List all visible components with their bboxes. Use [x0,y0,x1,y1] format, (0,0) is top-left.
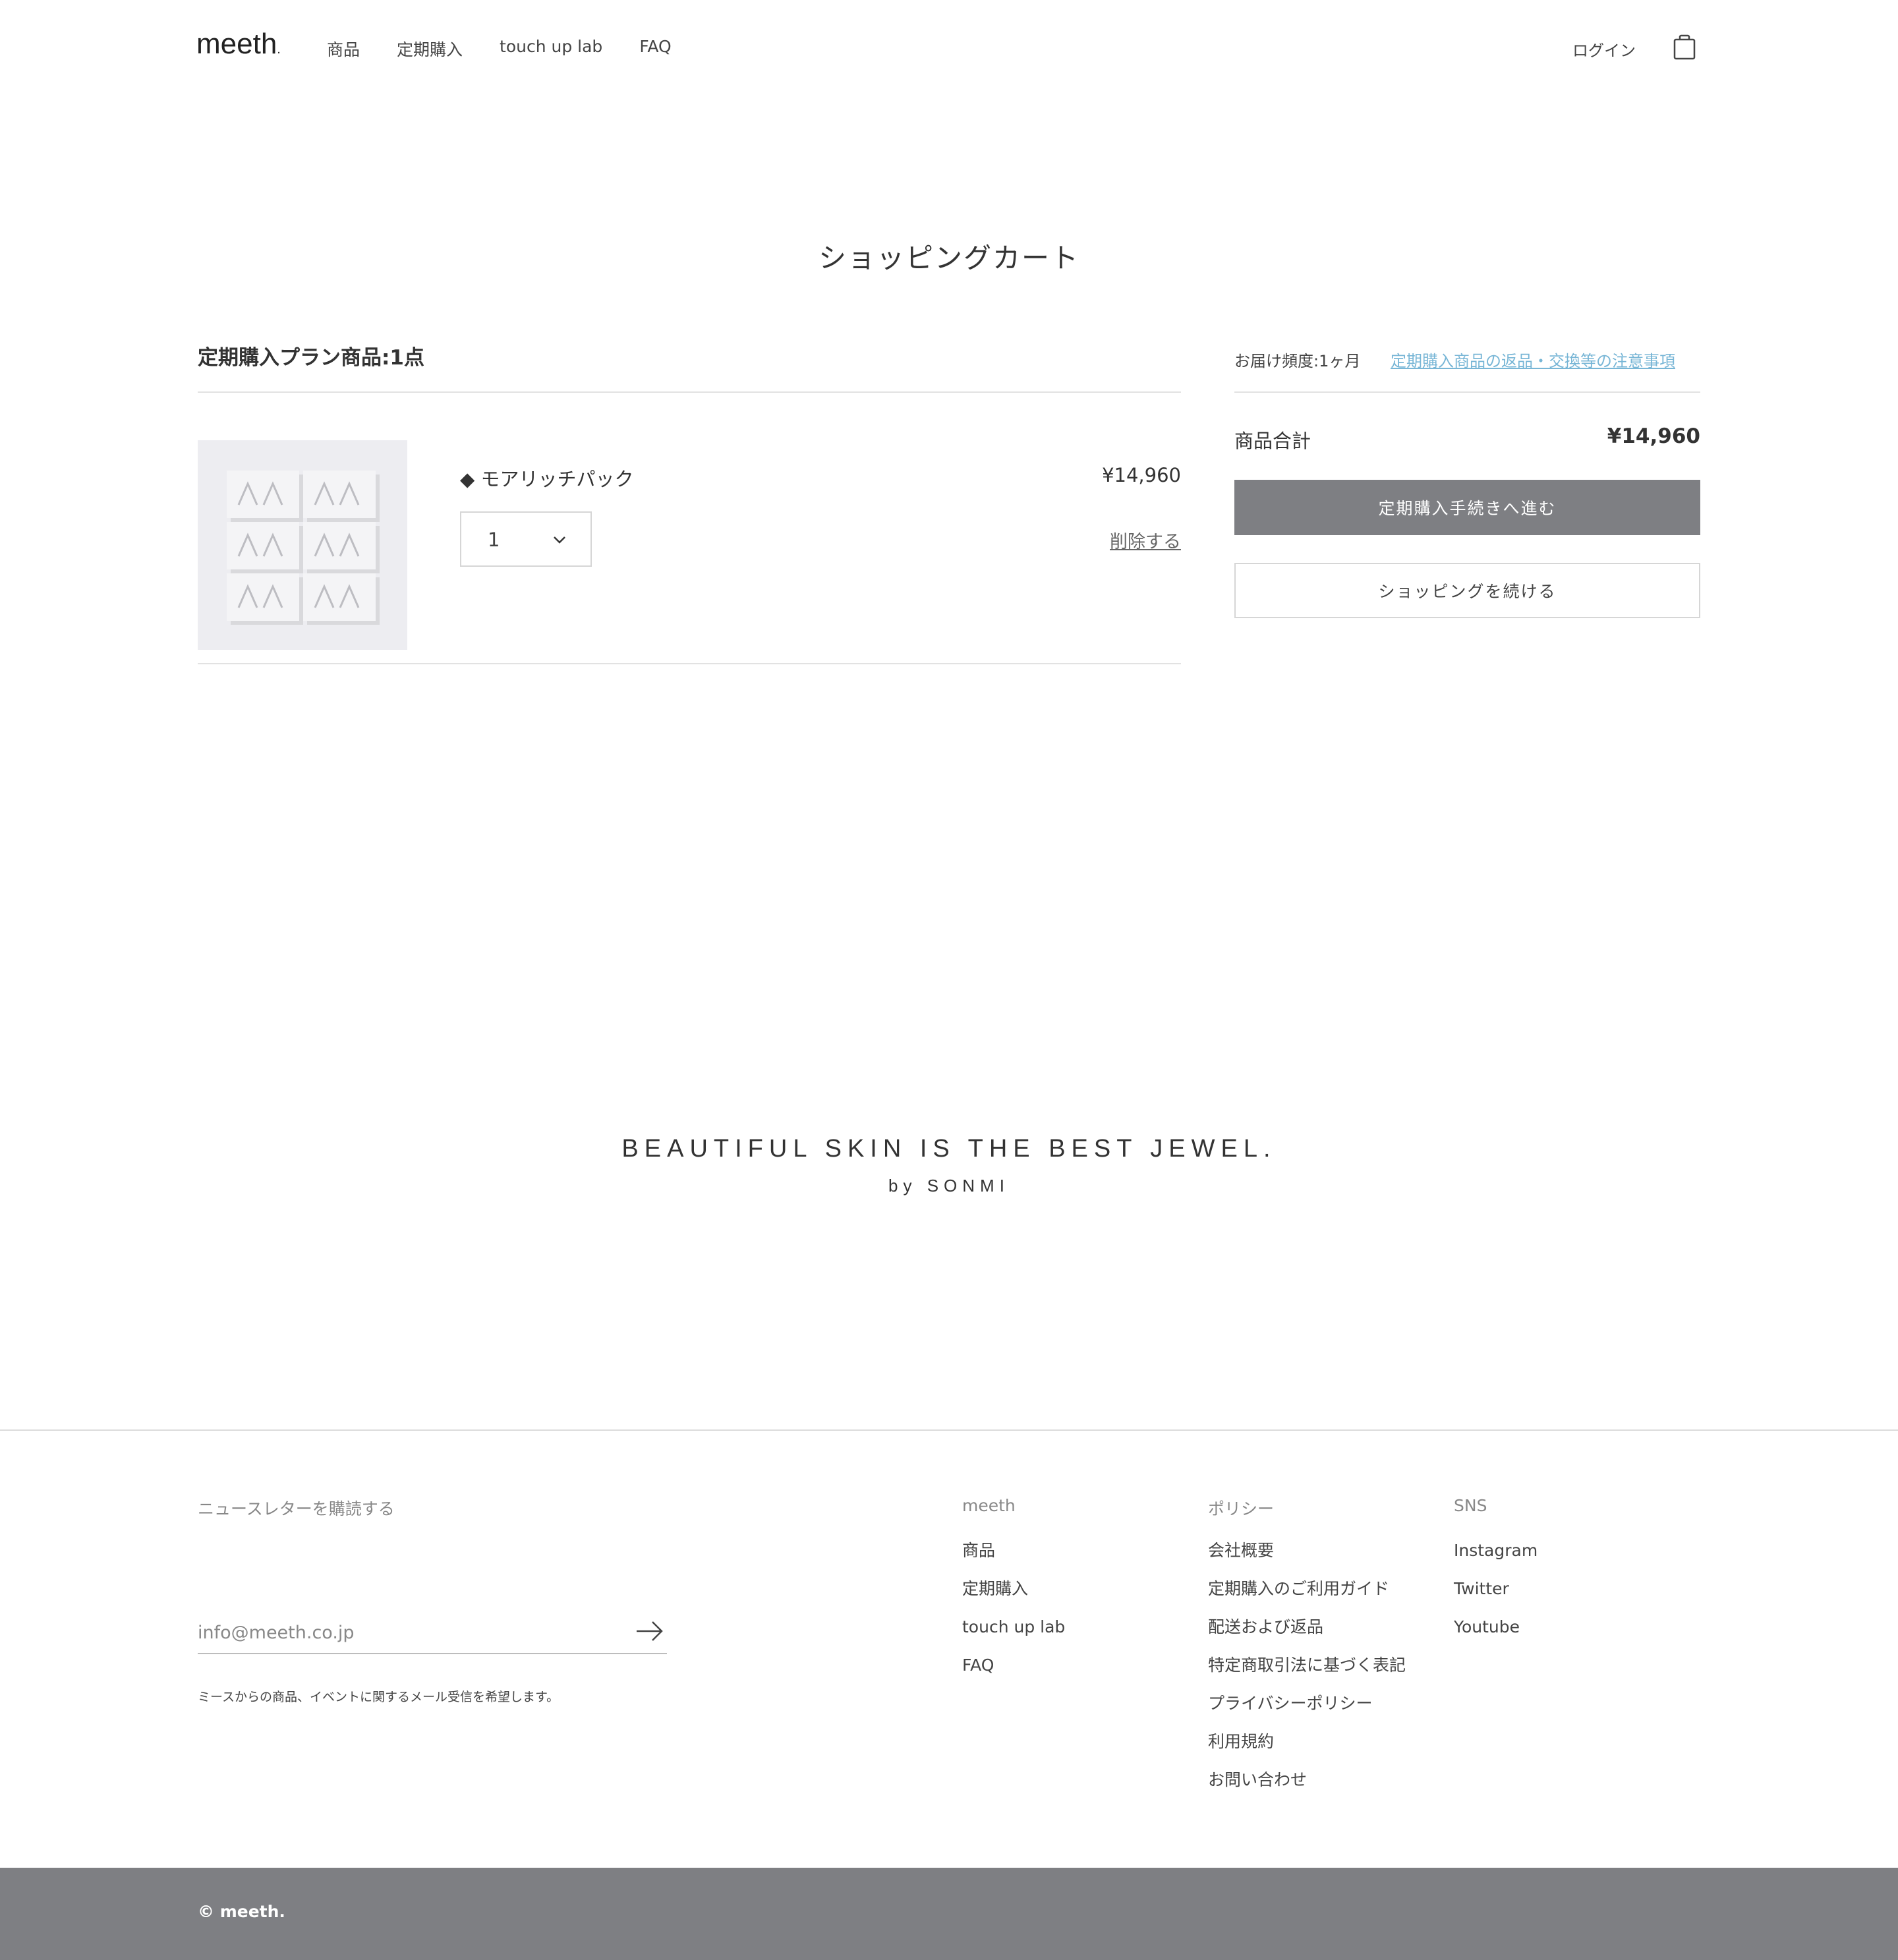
plan-heading: 定期購入プラン商品:1点 [198,346,424,370]
footer-link-instagram[interactable]: Instagram [1454,1541,1538,1579]
product-price: ¥14,960 [1102,464,1181,486]
delete-item-link[interactable]: 削除する [1041,527,1181,553]
footer-column-policy: ポリシー 会社概要 定期購入のご利用ガイド 配送および返品 特定商取引法に基づく… [1208,1496,1406,1808]
chevron-down-icon [552,533,567,547]
footer-column-meeth: meeth 商品 定期購入 touch up lab FAQ [962,1496,1065,1694]
divider [1234,391,1700,393]
shopping-bag-icon[interactable] [1671,33,1698,61]
checkout-button[interactable]: 定期購入手続きへ進む [1234,480,1700,535]
footer-divider [0,1429,1898,1431]
nav-item-products[interactable]: 商品 [327,37,360,61]
login-link[interactable]: ログイン [1572,38,1636,61]
arrow-right-icon[interactable] [634,1616,664,1646]
site-logo[interactable]: meeth. [196,28,281,61]
nav-item-subscription[interactable]: 定期購入 [397,37,463,61]
footer-link-touch-up-lab[interactable]: touch up lab [962,1617,1065,1656]
tagline-author: by SONMI [888,1176,1010,1196]
footer-column-title: ポリシー [1208,1499,1275,1518]
footer-link-shipping-returns[interactable]: 配送および返品 [1208,1617,1406,1656]
footer-link-subscription-guide[interactable]: 定期購入のご利用ガイド [1208,1579,1406,1617]
product-name[interactable]: ◆ モアリッチパック [460,464,634,492]
quantity-value: 1 [488,529,500,551]
footer-link-legal-notice[interactable]: 特定商取引法に基づく表記 [1208,1656,1406,1694]
footer-link-privacy[interactable]: プライバシーポリシー [1208,1694,1406,1732]
delivery-frequency: お届け頻度:1ヶ月 [1234,352,1361,370]
subtotal-label: 商品合計 [1234,430,1311,452]
nav-item-faq[interactable]: FAQ [639,37,671,61]
page-title: ショッピングカート [818,242,1079,274]
newsletter-email-input[interactable] [198,1612,667,1654]
nav-item-touch-up-lab[interactable]: touch up lab [500,37,602,61]
footer-link-faq[interactable]: FAQ [962,1656,1065,1694]
brand-tagline: BEAUTIFUL SKIN IS THE BEST JEWEL. [621,1135,1277,1163]
quantity-select[interactable]: 1 [460,511,592,567]
copyright: © meeth. [198,1902,285,1921]
site-header: meeth. 商品 定期購入 touch up lab FAQ ログイン [0,0,1898,99]
footer-column-title: meeth [962,1496,1016,1515]
footer-link-contact[interactable]: お問い合わせ [1208,1770,1406,1808]
subtotal-value: ¥14,960 [1607,424,1700,448]
footer-link-youtube[interactable]: Youtube [1454,1617,1538,1656]
logo-dot: . [277,42,281,57]
divider [198,663,1181,664]
footer-link-twitter[interactable]: Twitter [1454,1579,1538,1617]
footer-link-terms[interactable]: 利用規約 [1208,1732,1406,1770]
subscription-notice-link[interactable]: 定期購入商品の返品・交換等の注意事項 [1391,348,1675,371]
main-nav: 商品 定期購入 touch up lab FAQ [327,37,672,61]
divider [198,391,1181,393]
continue-shopping-button[interactable]: ショッピングを続ける [1234,563,1700,618]
footer-link-products[interactable]: 商品 [962,1541,1065,1579]
footer-link-subscription[interactable]: 定期購入 [962,1579,1065,1617]
newsletter-title: ニュースレターを購読する [198,1499,395,1518]
footer-column-sns: SNS Instagram Twitter Youtube [1454,1496,1538,1656]
newsletter-note: ミースからの商品、イベントに関するメール受信を希望します。 [198,1690,560,1704]
footer-link-company[interactable]: 会社概要 [1208,1541,1406,1579]
footer-column-title: SNS [1454,1496,1487,1515]
footer-bottom-bar: © meeth. [0,1868,1898,1960]
product-image[interactable] [198,440,407,650]
